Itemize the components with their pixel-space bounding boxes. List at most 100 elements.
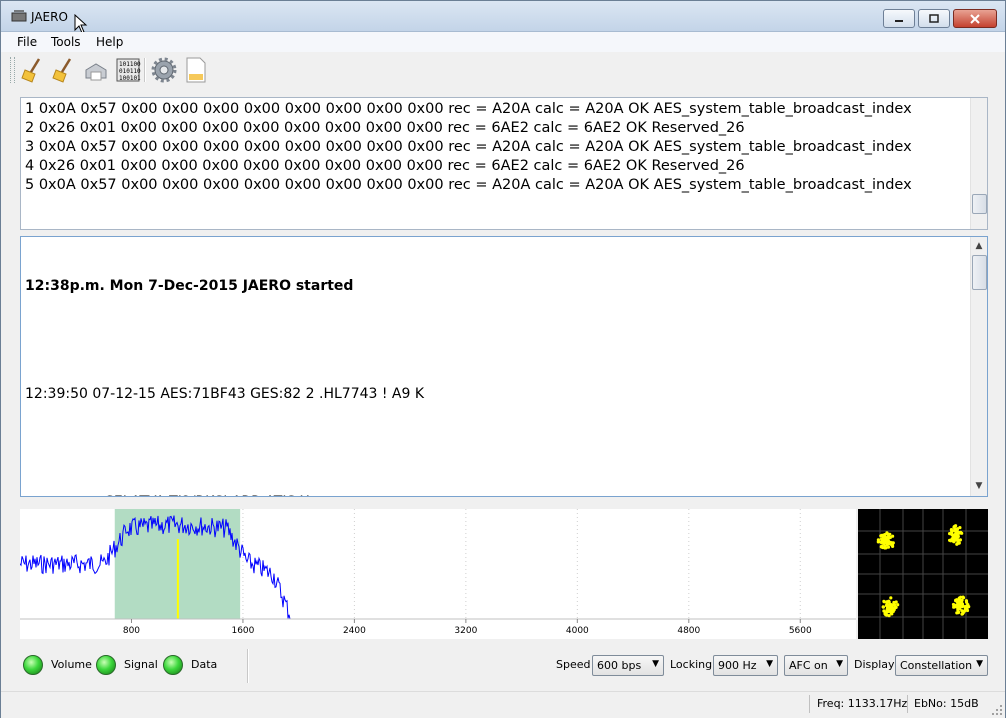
resize-grip-icon[interactable] [991, 704, 1003, 716]
constellation-point [889, 596, 893, 600]
app-icon [11, 10, 27, 22]
menu-tools[interactable]: Tools [51, 35, 81, 49]
menu-help[interactable]: Help [96, 35, 123, 49]
log-file-button[interactable] [182, 56, 210, 84]
data-indicator-icon [163, 655, 183, 675]
constellation-point [886, 535, 890, 539]
spectrum-tick-label: 4000 [566, 626, 589, 636]
spectrum-plot[interactable]: 800 1600 2400 3200 4000 4800 5600 [20, 509, 856, 639]
menu-bar: File Tools Help [1, 32, 1005, 52]
toolbar: 101100 010110 100101 [1, 52, 1005, 88]
display-value: Constellation [900, 659, 973, 672]
constellation-point [958, 538, 962, 542]
hex-output-lines: 1 0x0A 0x57 0x00 0x00 0x00 0x00 0x00 0x0… [25, 100, 912, 195]
indicator-separator [247, 649, 249, 683]
spectrum-tick-label: 1600 [231, 626, 254, 636]
message-line: SELATYA.TI2/RKSI ARR ATIS X [105, 493, 459, 496]
hex-scrollbar-thumb[interactable] [972, 194, 987, 214]
maximize-button[interactable] [918, 9, 950, 28]
binary-data-button[interactable]: 101100 010110 100101 [114, 56, 142, 84]
constellation-point [884, 546, 888, 550]
settings-gear-icon [151, 57, 177, 83]
scroll-down-arrow-icon[interactable]: ▼ [971, 479, 987, 494]
message-scrollbar-thumb[interactable] [972, 255, 987, 290]
constellation-point [948, 538, 952, 542]
log-file-icon [186, 57, 206, 83]
locking-select[interactable]: 900 Hz ▼ [713, 655, 778, 676]
clear-messages-button[interactable] [50, 56, 78, 84]
hex-line: 2 0x26 0x01 0x00 0x00 0x00 0x00 0x00 0x0… [25, 120, 745, 136]
speed-select[interactable]: 600 bps ▼ [592, 655, 664, 676]
chevron-down-icon: ▼ [836, 659, 843, 669]
constellation-point [956, 600, 960, 604]
status-divider [809, 695, 810, 713]
hex-scrollbar[interactable] [970, 98, 987, 229]
constellation-point [954, 603, 959, 607]
afc-select[interactable]: AFC on ▼ [784, 655, 848, 676]
message-content: 12:38p.m. Mon 7-Dec-2015 JAERO started 1… [25, 241, 459, 496]
clear-hex-button[interactable] [19, 56, 47, 84]
hex-line: 1 0x0A 0x57 0x00 0x00 0x00 0x00 0x00 0x0… [25, 101, 912, 117]
main-window: JAERO File Tools Help 101100 010110 1001… [0, 0, 1006, 718]
menu-file[interactable]: File [17, 35, 37, 49]
constellation-point [952, 528, 956, 533]
toolbar-separator [144, 58, 146, 82]
hex-line: 5 0x0A 0x57 0x00 0x00 0x00 0x00 0x00 0x0… [25, 177, 912, 193]
constellation-point [959, 595, 963, 599]
close-button[interactable] [953, 9, 997, 28]
speed-label: Speed [556, 658, 591, 671]
hex-output-pane[interactable]: 1 0x0A 0x57 0x00 0x00 0x00 0x00 0x00 0x0… [20, 97, 988, 230]
constellation-point [963, 605, 967, 609]
constellation-point [894, 600, 898, 604]
status-divider [907, 695, 908, 713]
spectrum-tick-label: 3200 [454, 626, 477, 636]
constellation-point [891, 609, 895, 613]
ebno-readout: EbNo: 15dB [914, 697, 979, 710]
scroll-up-arrow-icon[interactable]: ▲ [971, 239, 987, 254]
volume-indicator-icon [23, 655, 43, 675]
message-header: 12:39:50 07-12-15 AES:71BF43 GES:82 2 .H… [25, 386, 425, 402]
signal-indicator-icon [96, 655, 116, 675]
constellation-point [887, 614, 891, 618]
message-scrollbar[interactable]: ▲ ▼ [970, 237, 987, 496]
chevron-down-icon: ▼ [766, 659, 773, 669]
status-bar: Freq: 1133.17Hz EbNo: 15dB [1, 691, 1005, 718]
constellation-point [951, 602, 956, 607]
display-select[interactable]: Constellation ▼ [895, 655, 988, 676]
settings-button[interactable] [150, 56, 178, 84]
minimize-button[interactable] [883, 9, 915, 28]
print-button[interactable] [82, 56, 110, 84]
constellation-point [886, 610, 890, 614]
volume-label: Volume [51, 658, 92, 671]
constellation-point [876, 540, 880, 544]
constellation-point [890, 543, 895, 547]
constellation-point [886, 604, 890, 608]
spectrum-tick-label: 5600 [789, 626, 812, 636]
constellation-point [881, 605, 885, 609]
constellation-point [884, 538, 888, 542]
constellation-point [896, 603, 900, 607]
constellation-point [955, 542, 959, 546]
constellation-point [949, 528, 953, 532]
cursor-icon [74, 14, 88, 34]
constellation-point [954, 524, 958, 528]
constellation-point [960, 598, 964, 602]
printer-icon [85, 63, 107, 81]
constellation-point [952, 533, 956, 537]
constellation-plot [858, 509, 988, 639]
message-output-pane[interactable]: 12:38p.m. Mon 7-Dec-2015 JAERO started 1… [20, 236, 988, 497]
constellation-point [888, 532, 892, 536]
constellation-point [882, 599, 886, 603]
message-body: SELATYA.TI2/RKSI ARR ATIS X2330ZEXP ILS … [25, 493, 459, 496]
frequency-readout: Freq: 1133.17Hz [817, 697, 908, 710]
data-label: Data [191, 658, 218, 671]
spectrum-svg: 800 1600 2400 3200 4000 4800 5600 [20, 509, 856, 636]
locking-value: 900 Hz [718, 659, 757, 672]
toolbar-grip[interactable] [10, 57, 15, 83]
clear-broom-icon [21, 58, 41, 83]
chevron-down-icon: ▼ [652, 659, 659, 669]
title-bar[interactable]: JAERO [1, 1, 1005, 34]
svg-text:010110: 010110 [119, 68, 141, 75]
hex-line: 3 0x0A 0x57 0x00 0x00 0x00 0x00 0x00 0x0… [25, 139, 912, 155]
spectrum-tick-label: 800 [123, 626, 140, 636]
